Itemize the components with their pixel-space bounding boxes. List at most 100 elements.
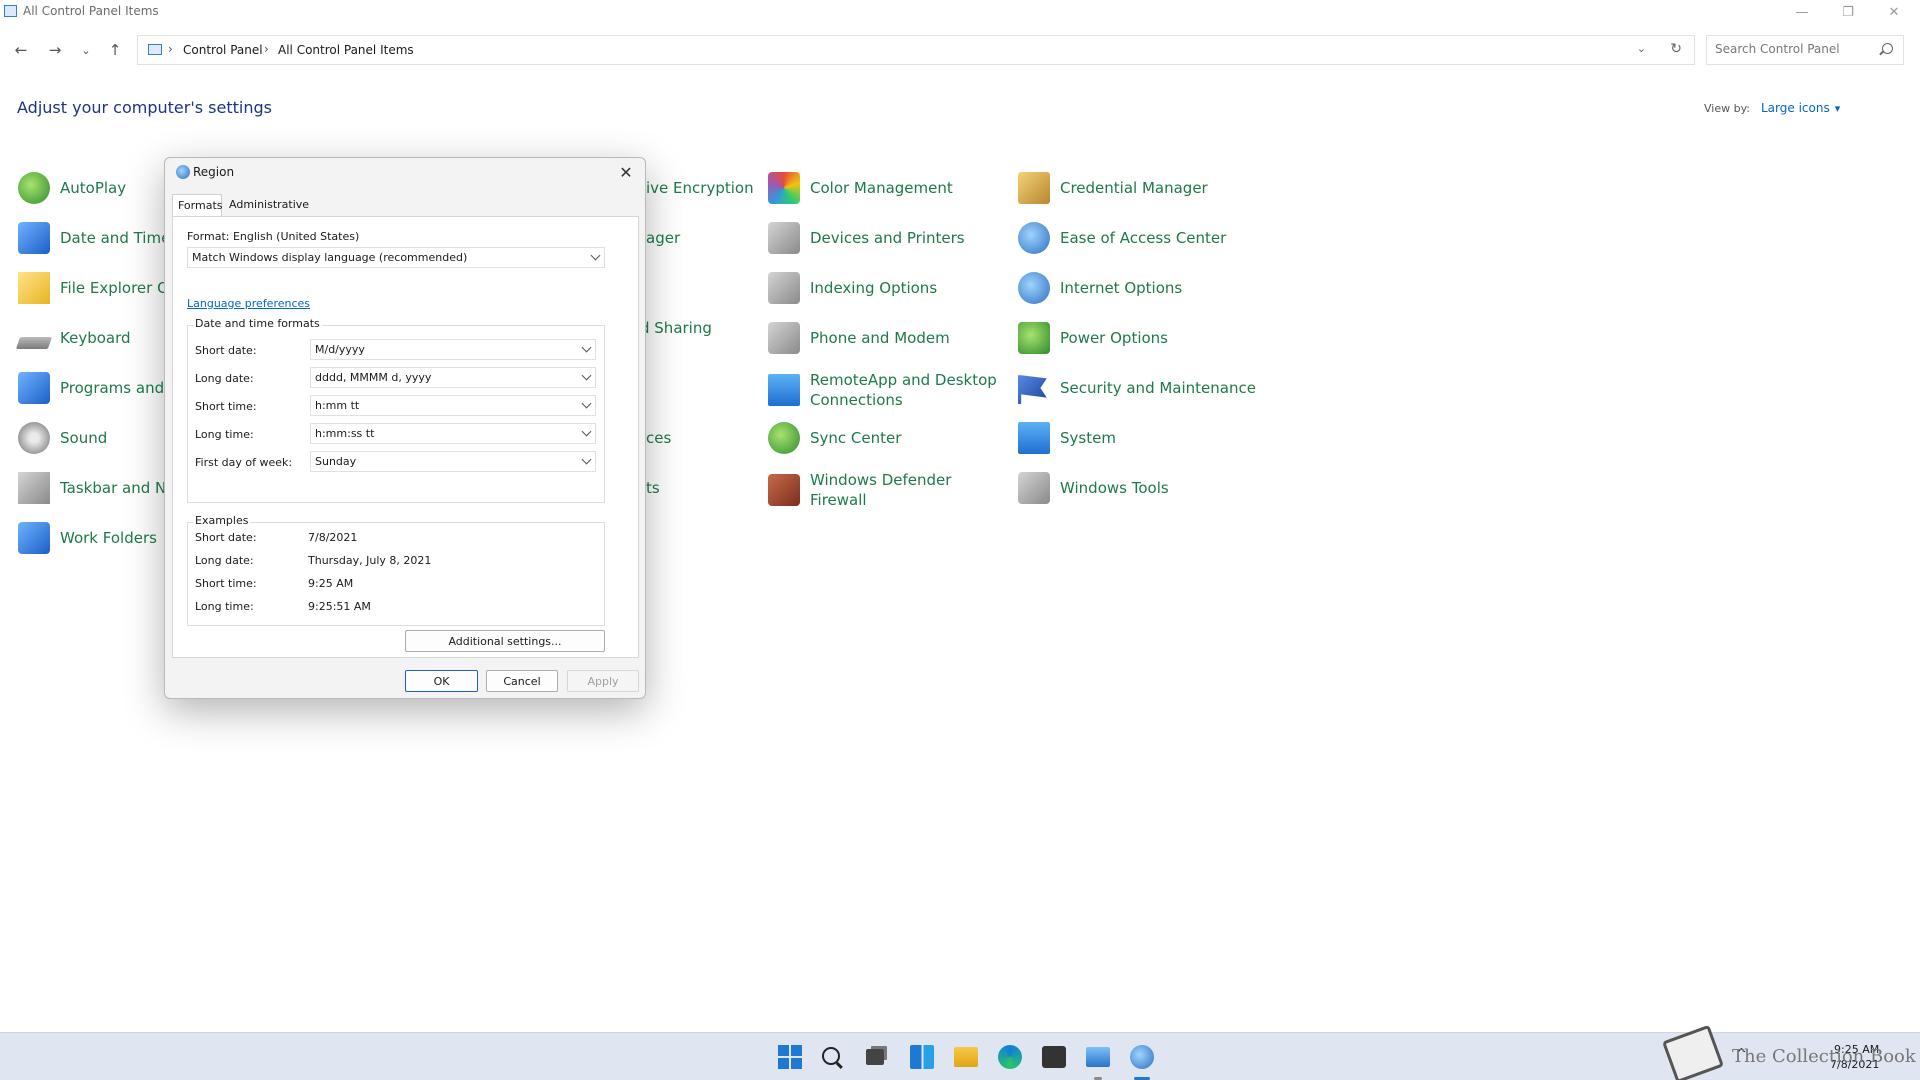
- chevron-down-icon: [581, 370, 592, 381]
- close-button[interactable]: ✕: [1872, 0, 1916, 24]
- cp-item-label: Sync Center: [810, 429, 902, 447]
- cp-item-sync-center[interactable]: Sync Center: [768, 418, 901, 458]
- format-select-value: Match Windows display language (recommen…: [192, 251, 468, 264]
- language-preferences-link[interactable]: Language preferences: [187, 297, 310, 310]
- cp-item-file-explorer-options[interactable]: File Explorer O: [18, 268, 169, 308]
- cp-item-system[interactable]: System: [1018, 418, 1116, 458]
- widgets-icon[interactable]: [910, 1045, 934, 1069]
- cp-item-programs-features[interactable]: Programs and: [18, 368, 164, 408]
- long-date-label: Long date:: [195, 372, 254, 385]
- address-bar[interactable]: › Control Panel › All Control Panel Item…: [137, 35, 1695, 65]
- additional-settings-button[interactable]: Additional settings...: [405, 630, 605, 652]
- breadcrumb-control-panel[interactable]: Control Panel: [183, 43, 263, 57]
- title-bar: All Control Panel Items — ❐ ✕: [0, 0, 1920, 24]
- watermark-text: The Collection Book: [1732, 1046, 1916, 1067]
- cp-item-windows-tools[interactable]: Windows Tools: [1018, 468, 1169, 508]
- minimize-button[interactable]: —: [1780, 0, 1824, 24]
- region-globe-icon: [176, 165, 190, 179]
- store-icon[interactable]: [1042, 1046, 1066, 1068]
- search-input[interactable]: [1715, 42, 1875, 56]
- tab-administrative[interactable]: Administrative: [224, 194, 314, 216]
- cp-item-label: Sound: [60, 429, 108, 447]
- long-time-select[interactable]: h:mm:ss tt: [310, 423, 596, 444]
- cp-item-firewall[interactable]: Windows Defender Firewall: [768, 468, 1000, 512]
- restore-button[interactable]: ❐: [1826, 0, 1870, 24]
- first-day-of-week-label: First day of week:: [195, 456, 293, 469]
- cp-item-label: Keyboard: [60, 329, 131, 347]
- back-button[interactable]: ←: [10, 40, 32, 60]
- sound-icon: [18, 422, 50, 454]
- start-icon[interactable]: [778, 1045, 802, 1069]
- search-icon[interactable]: [1882, 43, 1893, 54]
- dialog-close-button[interactable]: ✕: [612, 159, 640, 185]
- cp-item-keyboard[interactable]: Keyboard: [15, 318, 131, 358]
- cp-item-label: File Explorer O: [60, 279, 169, 297]
- cancel-button[interactable]: Cancel: [486, 670, 558, 692]
- refresh-icon[interactable]: ↻: [1670, 41, 1682, 57]
- cp-item-label: Windows Defender Firewall: [810, 471, 952, 509]
- short-time-select[interactable]: h:mm tt: [310, 395, 596, 416]
- breadcrumb-separator: ›: [264, 42, 269, 56]
- cp-item-taskbar-navigation[interactable]: Taskbar and Na: [18, 468, 175, 508]
- long-time-label: Long time:: [195, 428, 254, 441]
- control-panel-icon[interactable]: [1086, 1047, 1110, 1067]
- cp-item-bitlocker[interactable]: ive Encryption: [646, 168, 754, 208]
- cp-item-label: Indexing Options: [810, 279, 938, 297]
- cp-item-credential-manager[interactable]: Credential Manager: [1018, 168, 1208, 208]
- autoplay-icon: [18, 172, 50, 204]
- long-time-value: h:mm:ss tt: [315, 427, 375, 440]
- search-box[interactable]: [1706, 35, 1904, 65]
- forward-button[interactable]: →: [44, 40, 66, 60]
- example-short-date-value: 7/8/2021: [308, 531, 358, 544]
- cp-item-label: ces: [646, 429, 672, 447]
- view-by-label: View by:: [1704, 102, 1750, 115]
- cp-item-internet-options[interactable]: Internet Options: [1018, 268, 1182, 308]
- cp-item-phone-modem[interactable]: Phone and Modem: [768, 318, 950, 358]
- region-icon[interactable]: [1130, 1045, 1154, 1069]
- cp-item-date-time[interactable]: Date and Time: [18, 218, 170, 258]
- cp-item-ease-of-access[interactable]: Ease of Access Center: [1018, 218, 1226, 258]
- power-options-icon: [1018, 322, 1050, 354]
- recent-locations-button[interactable]: ⌄: [75, 40, 97, 60]
- short-date-value: M/d/yyyy: [315, 343, 365, 356]
- ok-button[interactable]: OK: [405, 670, 478, 692]
- cp-item-label: System: [1060, 429, 1116, 447]
- long-date-value: dddd, MMMM d, yyyy: [315, 371, 432, 384]
- cp-item-network-sharing[interactable]: d Sharing: [640, 308, 712, 348]
- tab-formats[interactable]: Formats: [172, 194, 223, 218]
- view-by-dropdown[interactable]: Large icons: [1761, 101, 1840, 115]
- cp-item-security-maintenance[interactable]: Security and Maintenance: [1018, 368, 1256, 408]
- search-icon[interactable]: [822, 1047, 840, 1065]
- format-select[interactable]: Match Windows display language (recommen…: [187, 247, 605, 268]
- cp-item-color-management[interactable]: Color Management: [768, 168, 953, 208]
- example-long-time-label: Long time:: [195, 600, 254, 613]
- up-button[interactable]: ↑: [104, 40, 126, 60]
- cp-item-power-options[interactable]: Power Options: [1018, 318, 1168, 358]
- cp-item-label: Date and Time: [60, 229, 171, 247]
- cp-item-device-manager[interactable]: ager: [646, 218, 680, 258]
- cp-item-work-folders[interactable]: Work Folders: [18, 518, 157, 558]
- address-history-chevron-down-icon[interactable]: ⌄: [1637, 42, 1646, 55]
- apply-button[interactable]: Apply: [567, 670, 639, 692]
- edge-icon[interactable]: [998, 1045, 1022, 1069]
- taskbar: ^ 9:25 AM 7/8/2021: [0, 1032, 1920, 1080]
- cp-item-user-accounts[interactable]: ts: [646, 468, 660, 508]
- task-view-icon[interactable]: [866, 1049, 884, 1065]
- cp-item-remoteapp[interactable]: RemoteApp and Desktop Connections: [768, 368, 1000, 412]
- cp-item-speech-services[interactable]: ces: [646, 418, 671, 458]
- cp-item-label: Work Folders: [60, 529, 157, 547]
- file-explorer-icon[interactable]: [954, 1047, 978, 1067]
- cp-item-devices-printers[interactable]: Devices and Printers: [768, 218, 965, 258]
- example-long-date-label: Long date:: [195, 554, 254, 567]
- first-day-of-week-select[interactable]: Sunday: [310, 451, 596, 472]
- cp-item-sound[interactable]: Sound: [18, 418, 107, 458]
- taskbar-navigation-icon: [18, 472, 50, 504]
- long-date-select[interactable]: dddd, MMMM d, yyyy: [310, 367, 596, 388]
- short-date-select[interactable]: M/d/yyyy: [310, 339, 596, 360]
- ease-of-access-icon: [1018, 222, 1050, 254]
- cp-item-label: Ease of Access Center: [1060, 229, 1227, 247]
- breadcrumb-all-items[interactable]: All Control Panel Items: [278, 43, 414, 57]
- cp-item-autoplay[interactable]: AutoPlay: [18, 168, 126, 208]
- cp-item-indexing-options[interactable]: Indexing Options: [768, 268, 937, 308]
- formats-panel: Format: English (United States) Match Wi…: [172, 216, 639, 658]
